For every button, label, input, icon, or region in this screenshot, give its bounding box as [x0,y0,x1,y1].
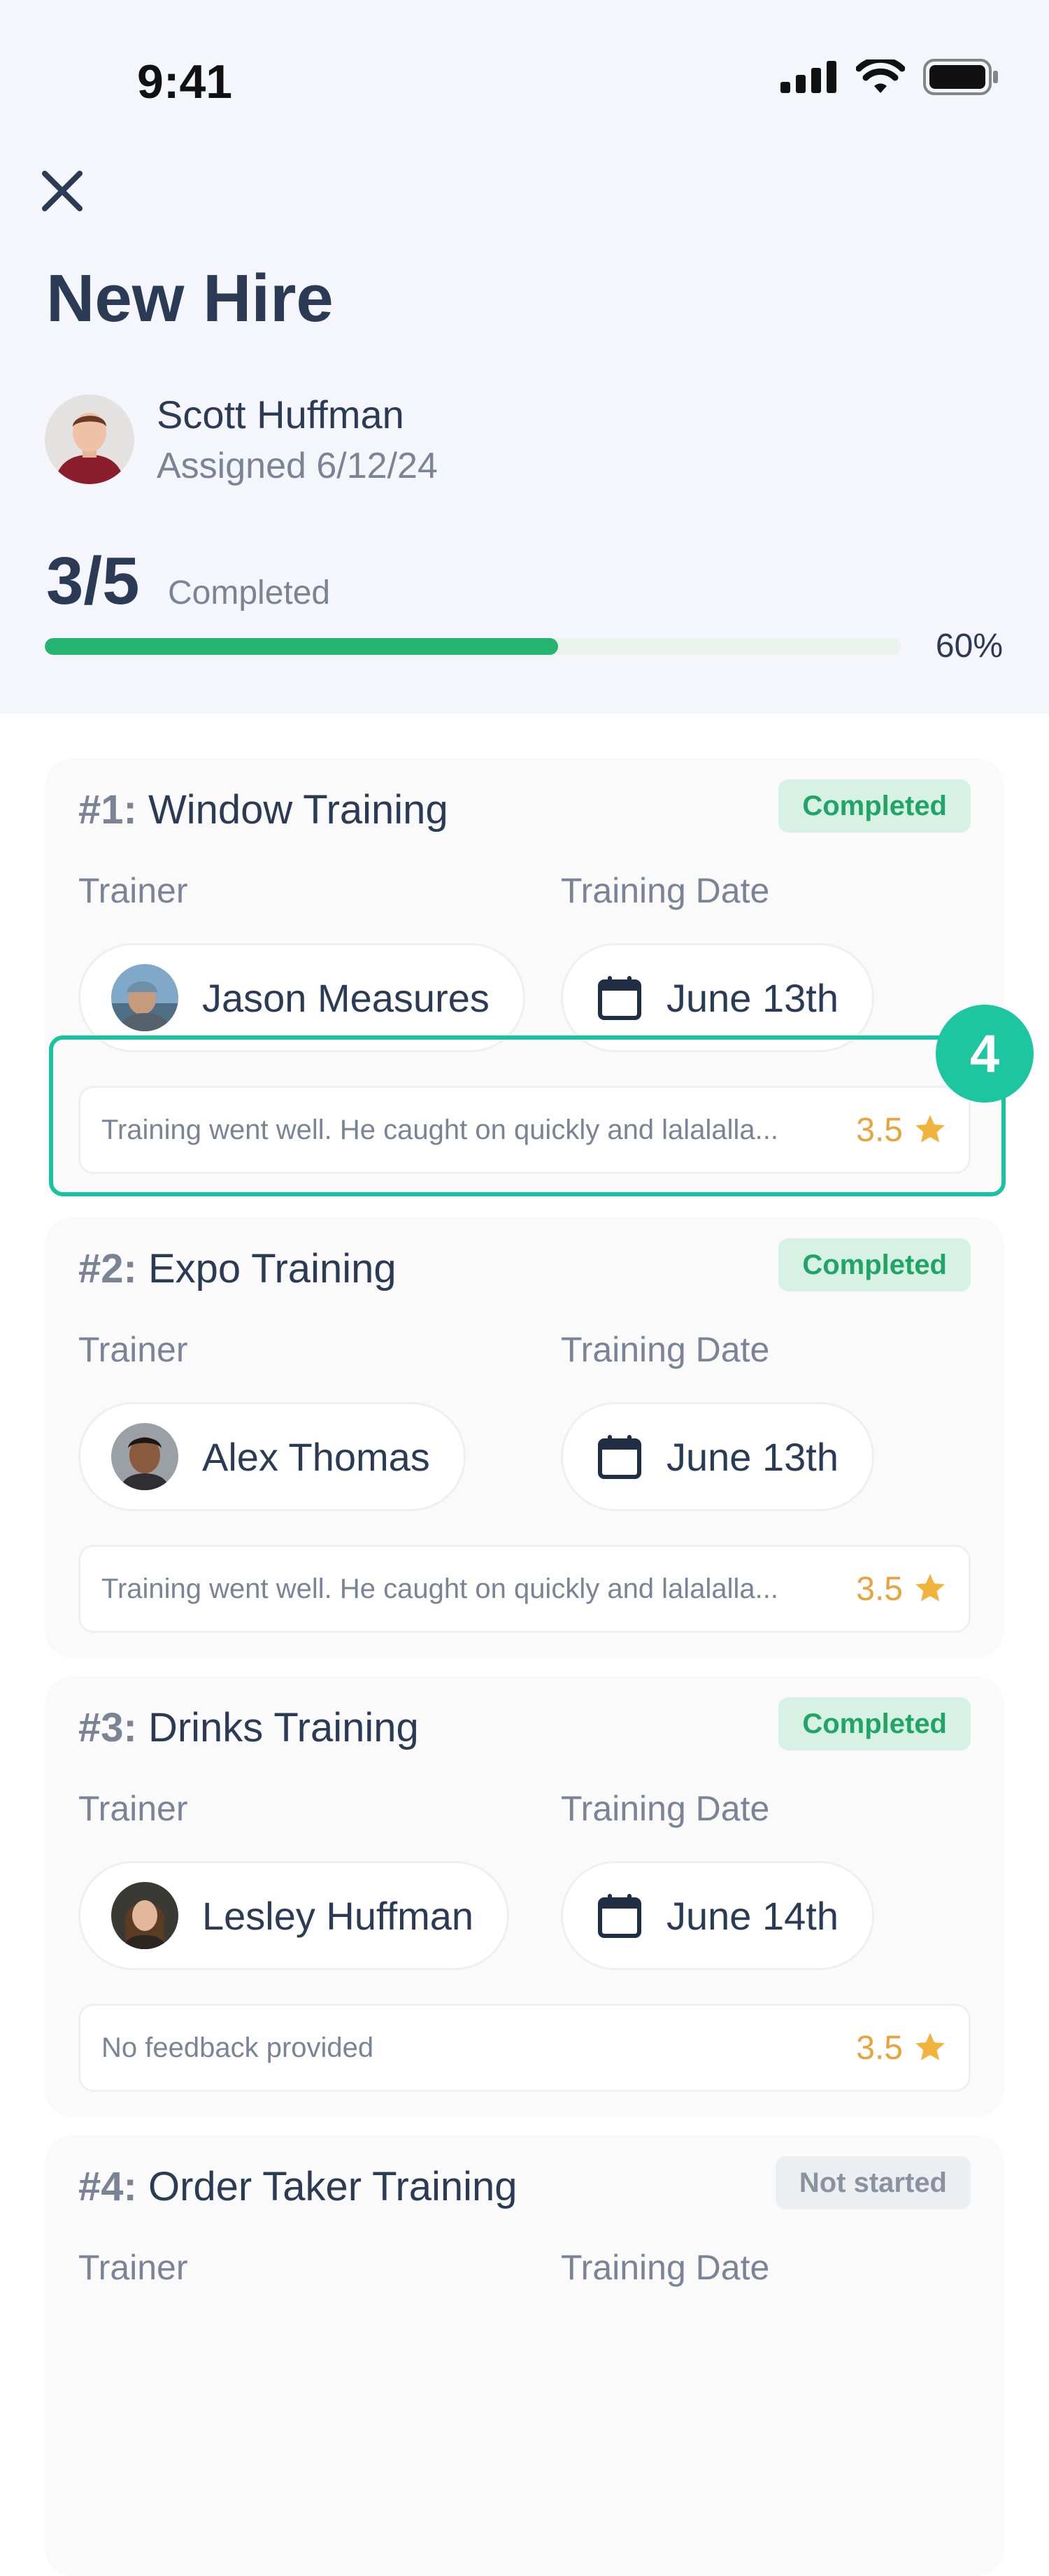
calendar-icon [598,1894,641,1938]
signal-icon [780,61,836,93]
status-badge: Completed [778,779,971,833]
status-time: 9:41 [137,55,233,108]
training-name: Expo Training [148,1246,397,1291]
trainer-name: Jason Measures [202,975,490,1020]
progress-bar-fill [45,638,559,655]
feedback-text: Training went well. He caught on quickly… [101,1573,778,1604]
trainer-label: Trainer [78,871,188,910]
training-date-label: Training Date [561,871,770,910]
trainer-label: Trainer [78,2248,188,2287]
wifi-icon [856,59,905,93]
status-badge: Completed [778,1697,971,1750]
training-number: #2: [78,1246,137,1291]
training-card-3[interactable]: #3: Drinks Training Completed Trainer Tr… [45,1676,1004,2117]
feedback-highlight-box [49,1035,1006,1196]
star-icon [915,1573,945,1601]
trainer-name: Alex Thomas [202,1434,430,1479]
trainer-label: Trainer [78,1789,188,1828]
trainer-pill[interactable]: Alex Thomas [78,1402,466,1511]
training-name: Window Training [148,787,448,833]
training-date-pill[interactable]: June 13th [561,1402,874,1511]
status-badge: Not started [775,2156,971,2209]
training-card-4[interactable]: #4: Order Taker Training Not started Tra… [45,2135,1004,2576]
header-panel: 9:41 New Hire Scott Huffman Assigned 6/1… [0,0,1049,714]
star-icon [915,2032,945,2060]
training-title: #2: Expo Training [78,1245,397,1292]
progress-bar [45,638,901,655]
training-date-pill[interactable]: June 14th [561,1861,874,1970]
calendar-icon [598,1435,641,1479]
progress-percent: 60% [935,628,1003,665]
status-badge: Completed [778,1238,971,1291]
close-button[interactable] [39,168,85,214]
page-title: New Hire [46,261,334,336]
training-date-label: Training Date [561,1789,770,1828]
trainer-label: Trainer [78,1330,188,1369]
hire-avatar [45,395,134,484]
hire-assigned-date: Assigned 6/12/24 [157,446,438,486]
training-date-label: Training Date [561,2248,770,2287]
close-icon [42,171,83,211]
trainer-avatar [111,1882,178,1949]
training-date: June 13th [666,975,839,1020]
trainer-avatar [111,1423,178,1490]
training-title: #4: Order Taker Training [78,2163,518,2210]
training-title: #3: Drinks Training [78,1704,419,1751]
training-number: #1: [78,787,137,833]
training-date-label: Training Date [561,1330,770,1369]
rating-value: 3.5 [856,2029,903,2067]
status-icons [780,59,1000,95]
training-card-2[interactable]: #2: Expo Training Completed Trainer Trai… [45,1217,1004,1658]
battery-icon [923,59,998,95]
rating-value: 3.5 [856,1570,903,1608]
training-name: Drinks Training [148,1705,419,1750]
feedback-text: No feedback provided [101,2032,374,2063]
trainer-avatar [111,964,178,1031]
trainer-pill[interactable]: Lesley Huffman [78,1861,510,1970]
step-number-badge: 4 [936,1005,1034,1103]
progress-label: Completed [168,574,331,611]
calendar-icon [598,976,641,1020]
progress-count: 3/5 [46,544,140,618]
training-title: #1: Window Training [78,786,448,833]
feedback-field[interactable]: Training went well. He caught on quickly… [78,1545,971,1633]
training-number: #3: [78,1705,137,1750]
hire-name: Scott Huffman [157,392,404,437]
training-name: Order Taker Training [148,2164,518,2209]
trainer-name: Lesley Huffman [202,1893,474,1938]
training-date: June 13th [666,1434,839,1479]
feedback-field[interactable]: No feedback provided 3.5 [78,2004,971,2092]
training-number: #4: [78,2164,137,2209]
training-date: June 14th [666,1893,839,1938]
